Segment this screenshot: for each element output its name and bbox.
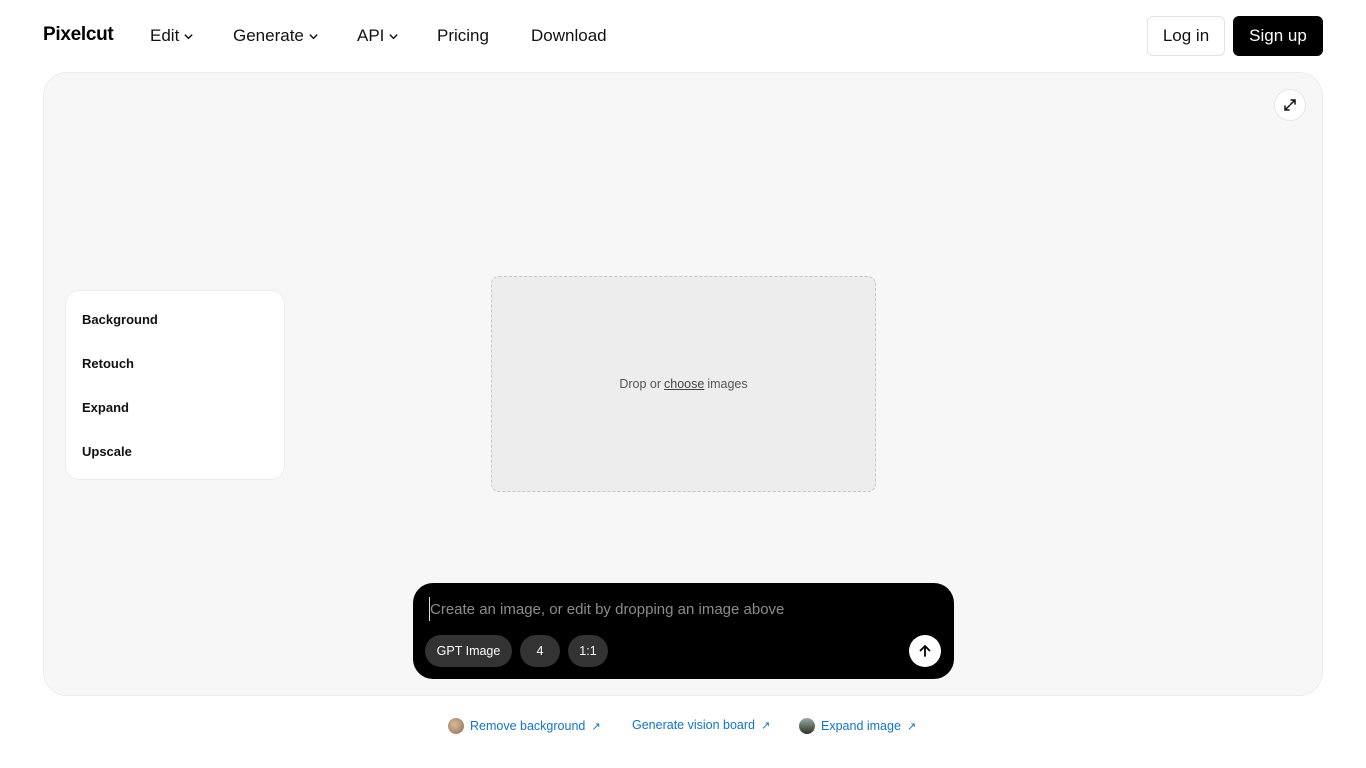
image-count-selector[interactable]: 4	[520, 635, 560, 667]
avatar-thumbnail	[448, 718, 464, 734]
top-nav: Pixelcut Edit Generate API Pricing Downl…	[0, 0, 1366, 72]
chevron-down-icon	[388, 31, 399, 42]
arrow-up-icon	[919, 645, 931, 657]
dropzone-suffix: images	[707, 377, 748, 391]
nav-pricing[interactable]: Pricing	[437, 26, 489, 46]
prompt-box: GPT Image 4 1:1	[413, 583, 954, 679]
generate-vision-board-link[interactable]: Generate vision board ↗	[632, 718, 770, 732]
nav-api-label: API	[357, 26, 385, 45]
nav-generate[interactable]: Generate	[233, 26, 319, 46]
chevron-down-icon	[308, 31, 319, 42]
editor-canvas: Background Retouch Expand Upscale Drop o…	[43, 72, 1323, 696]
arrow-up-right-icon: ↗	[906, 720, 917, 733]
nav-download-label: Download	[531, 26, 607, 45]
tool-upscale[interactable]: Upscale	[66, 429, 284, 473]
login-button[interactable]: Log in	[1147, 16, 1225, 56]
prompt-input[interactable]	[429, 597, 909, 621]
tools-menu: Background Retouch Expand Upscale	[65, 290, 285, 480]
aspect-ratio-selector[interactable]: 1:1	[568, 635, 608, 667]
footer-links: Remove background ↗ Generate vision boar…	[0, 716, 1366, 738]
arrow-up-right-icon: ↗	[761, 719, 771, 732]
nav-generate-label: Generate	[233, 26, 304, 45]
send-button[interactable]	[909, 635, 941, 667]
dropzone-prefix: Drop or	[619, 377, 662, 391]
nav-pricing-label: Pricing	[437, 26, 489, 45]
generate-vision-board-label: Generate vision board	[632, 718, 755, 732]
nav-edit[interactable]: Edit	[150, 26, 194, 46]
expand-image-link[interactable]: Expand image ↗	[799, 718, 916, 734]
fullscreen-button[interactable]	[1274, 89, 1306, 121]
tool-background[interactable]: Background	[66, 297, 284, 341]
choose-images-link[interactable]: choose	[664, 377, 704, 391]
landscape-thumbnail	[799, 718, 815, 734]
image-dropzone[interactable]: Drop or choose images	[491, 276, 876, 492]
chevron-down-icon	[183, 31, 194, 42]
nav-edit-label: Edit	[150, 26, 180, 45]
model-selector[interactable]: GPT Image	[425, 635, 512, 667]
expand-arrows-icon	[1284, 99, 1296, 111]
remove-background-label: Remove background	[470, 719, 586, 733]
tool-retouch[interactable]: Retouch	[66, 341, 284, 385]
signup-button[interactable]: Sign up	[1233, 16, 1323, 56]
expand-image-label: Expand image	[821, 719, 901, 733]
remove-background-link[interactable]: Remove background ↗	[448, 718, 601, 734]
arrow-up-right-icon: ↗	[591, 720, 601, 733]
brand-logo[interactable]: Pixelcut	[43, 24, 114, 46]
nav-download[interactable]: Download	[531, 26, 607, 46]
nav-api[interactable]: API	[357, 26, 399, 46]
tool-expand[interactable]: Expand	[66, 385, 284, 429]
